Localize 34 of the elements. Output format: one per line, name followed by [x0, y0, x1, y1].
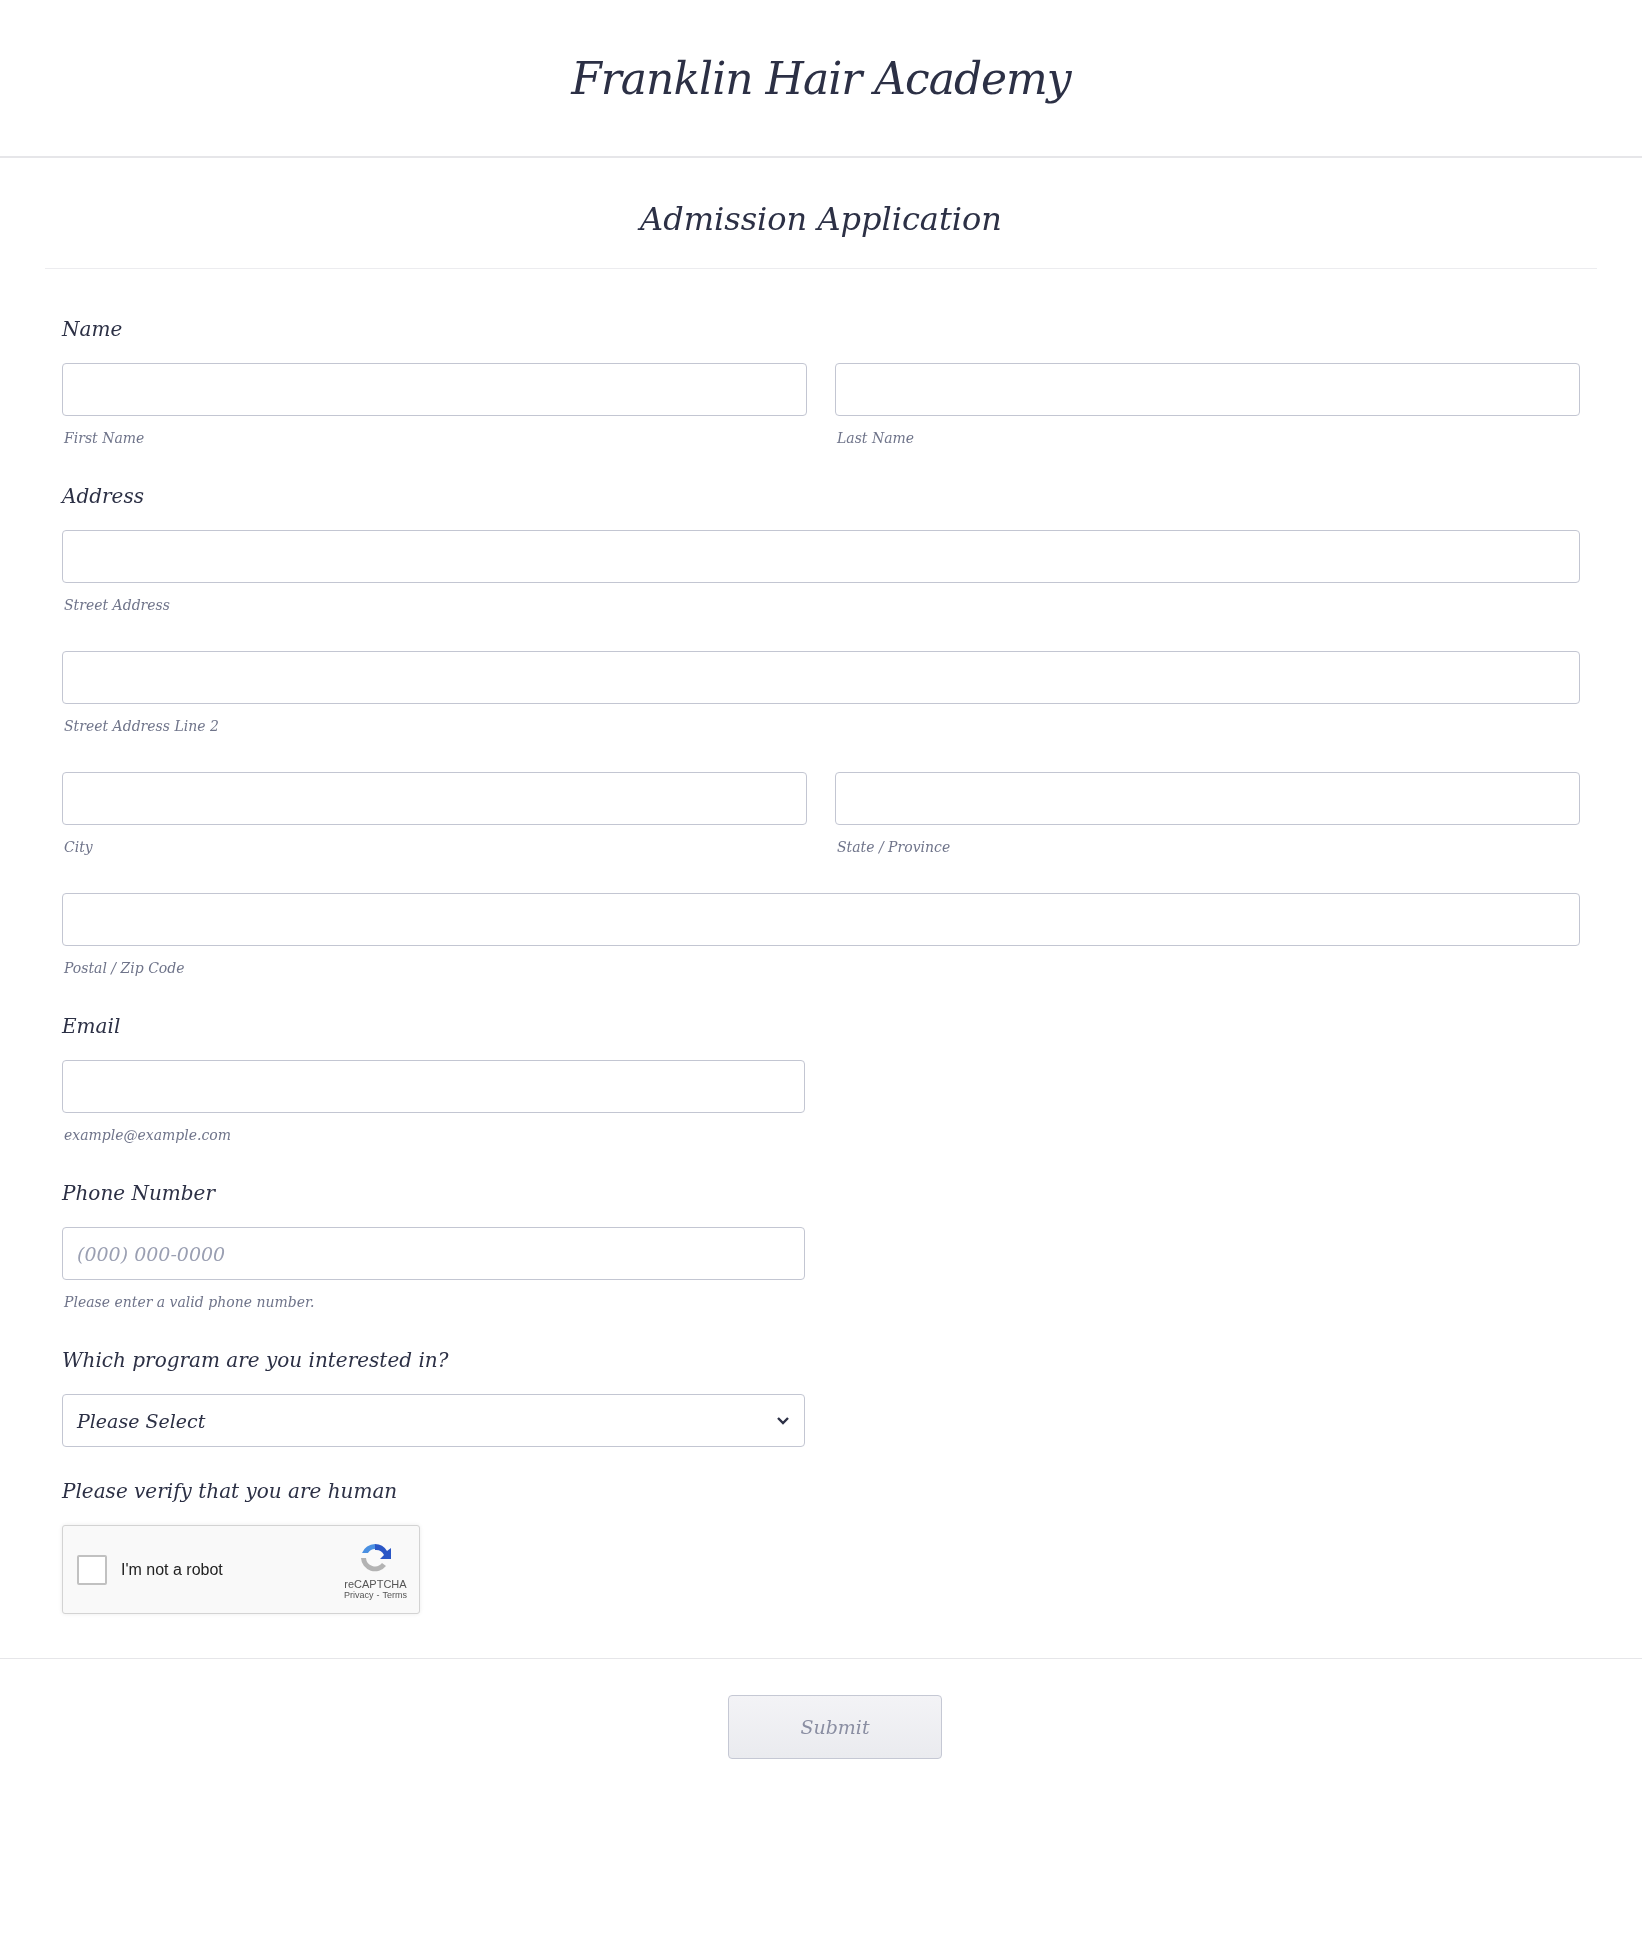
input-field[interactable]: [62, 1060, 805, 1113]
field-label: Please verify that you are human: [62, 1479, 399, 1503]
field-sublabel: Street Address Line 2: [63, 718, 220, 734]
field-sublabel: example@example.com: [63, 1127, 233, 1143]
chevron-down-icon: [776, 1416, 790, 1425]
terms-link[interactable]: Terms: [382, 1589, 407, 1600]
field-sublabel: State / Province: [836, 839, 952, 855]
field-label: Phone Number: [62, 1181, 217, 1205]
program-select[interactable]: Please Select: [62, 1394, 805, 1447]
field-sublabel: Please enter a valid phone number.: [63, 1294, 316, 1310]
input-field[interactable]: [62, 651, 1580, 704]
captcha-brand: reCAPTCHA: [344, 1577, 407, 1590]
field-sublabel: Postal / Zip Code: [63, 960, 186, 976]
field-label: Name: [62, 317, 124, 341]
field-sublabel: Last Name: [836, 430, 916, 446]
input-field[interactable]: [835, 363, 1580, 416]
input-field[interactable]: [62, 530, 1580, 583]
input-field[interactable]: [62, 772, 807, 825]
field-label: Email: [62, 1014, 122, 1038]
input-field[interactable]: [62, 893, 1580, 946]
field-label: Which program are you interested in?: [62, 1348, 450, 1372]
link-separator: -: [376, 1589, 380, 1600]
field-label: Address: [62, 484, 145, 508]
field-sublabel: City: [63, 839, 94, 855]
input-field[interactable]: [835, 772, 1580, 825]
captcha-checkbox[interactable]: [77, 1554, 107, 1585]
input-field[interactable]: [62, 363, 807, 416]
input-field[interactable]: (000) 000-0000: [62, 1227, 805, 1280]
captcha-label: I'm not a robot: [121, 1560, 224, 1579]
field-sublabel: Street Address: [63, 597, 171, 613]
academy-title: Franklin Hair Academy: [571, 52, 1071, 104]
privacy-link[interactable]: Privacy: [344, 1589, 374, 1600]
form-title: Admission Application: [45, 158, 1597, 269]
field-sublabel: First Name: [63, 430, 146, 446]
